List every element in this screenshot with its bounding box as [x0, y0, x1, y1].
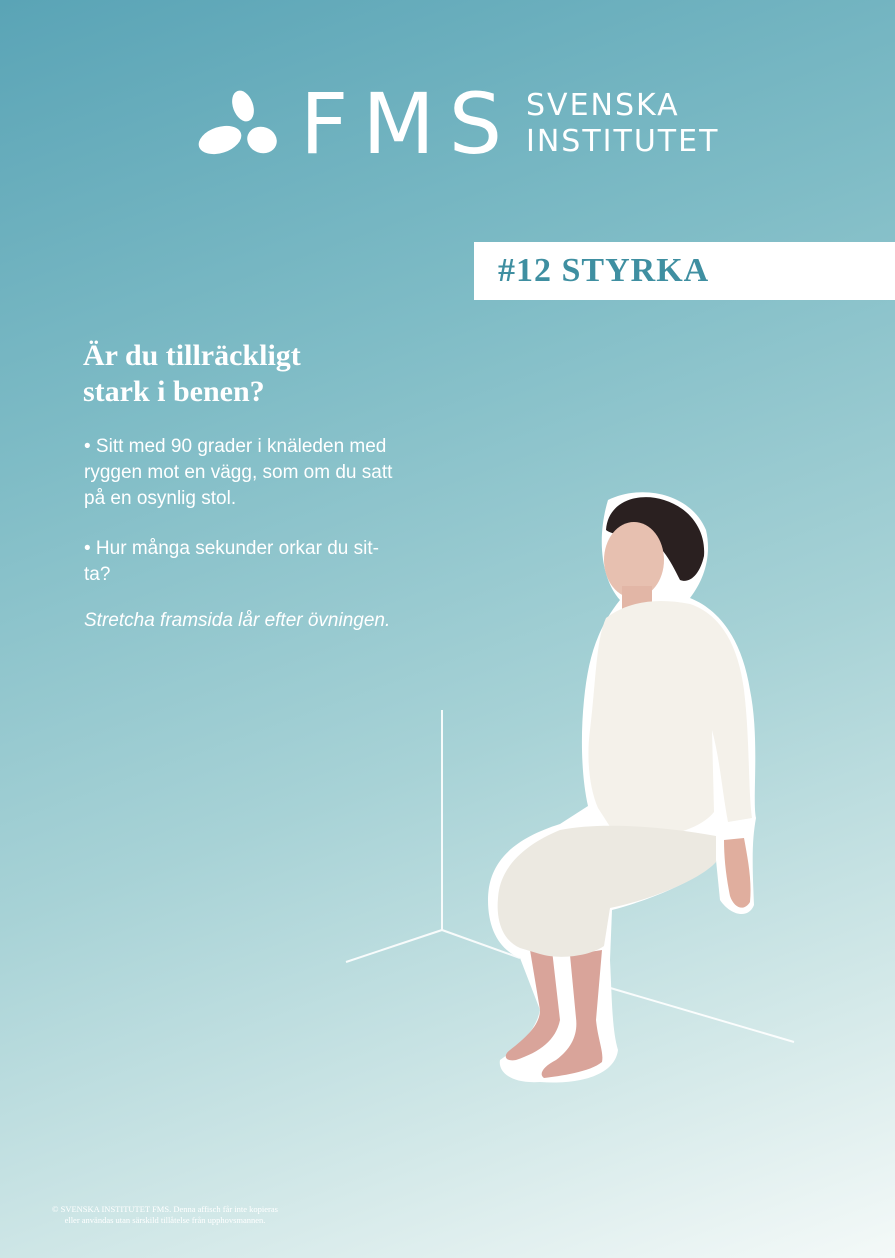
poster: FMS SVENSKA INSTITUTET #12 STYRKA Är du …	[0, 0, 895, 1258]
wall-sit-person-illustration	[488, 492, 756, 1083]
copyright-line1: © SVENSKA INSTITUTET FMS. Denna affisch …	[52, 1204, 278, 1214]
copyright-notice: © SVENSKA INSTITUTET FMS. Denna affisch …	[30, 1204, 300, 1226]
copyright-line2: eller användas utan särskild tillåtelse …	[64, 1215, 266, 1225]
